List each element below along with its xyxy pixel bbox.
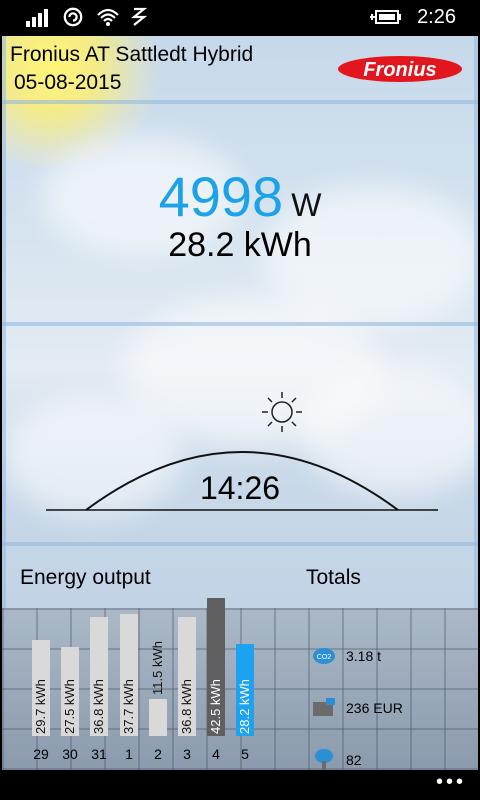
energy-bar-label: 36.8 kWh bbox=[91, 679, 106, 734]
co2-icon: CO2 bbox=[313, 648, 335, 664]
energy-bar-label: 29.7 kWh bbox=[33, 679, 48, 734]
current-power: 4998 W bbox=[2, 164, 478, 229]
svg-text:CO2: CO2 bbox=[317, 654, 332, 661]
energy-bar-label: 37.7 kWh bbox=[121, 679, 136, 734]
total-co2: 3.18 t bbox=[346, 648, 382, 664]
sun-time: 14:26 bbox=[199, 470, 281, 506]
energy-bar bbox=[149, 699, 167, 736]
energy-bar-day: 2 bbox=[154, 746, 162, 762]
tree-icon bbox=[315, 749, 333, 770]
energy-bar-label: 42.5 kWh bbox=[208, 679, 223, 734]
energy-bar-day: 1 bbox=[125, 746, 133, 762]
energy-bar-label: 28.2 kWh bbox=[237, 679, 252, 734]
signal-icon bbox=[26, 9, 48, 27]
energy-bar-day: 3 bbox=[183, 746, 191, 762]
total-money: 236 EUR bbox=[346, 700, 403, 716]
wifi-icon bbox=[97, 8, 119, 26]
power-unit: W bbox=[291, 187, 322, 223]
app-bar: ••• bbox=[0, 770, 480, 800]
total-trees: 82 bbox=[346, 752, 362, 768]
power-value: 4998 bbox=[158, 165, 284, 228]
svg-text:Fronius: Fronius bbox=[363, 59, 436, 81]
totals-title: Totals bbox=[306, 566, 361, 589]
status-time: 2:26 bbox=[417, 6, 456, 28]
site-date: 05-08-2015 bbox=[14, 71, 122, 94]
energy-bar-day: 5 bbox=[241, 746, 249, 762]
bottom-section: Energy output Totals 29.7 kWh 29 27.5 kWh 3… bbox=[2, 546, 478, 770]
energy-bar-day: 29 bbox=[33, 746, 49, 762]
status-bar: 2:26 bbox=[0, 0, 480, 34]
energy-bar-day: 30 bbox=[62, 746, 78, 762]
battery-charging-icon bbox=[370, 10, 401, 24]
fronius-logo: Fronius bbox=[338, 56, 462, 82]
energy-bar-day: 4 bbox=[212, 746, 220, 762]
energy-bar-day: 31 bbox=[91, 746, 107, 762]
energy-bar-label: 36.8 kWh bbox=[179, 679, 194, 734]
energy-output-title: Energy output bbox=[20, 566, 151, 589]
main-panel: Fronius AT Sattledt Hybrid 05-08-2015 Fr… bbox=[2, 36, 478, 770]
sun-icon bbox=[262, 392, 302, 432]
energy-bar-label: 11.5 kWh bbox=[150, 641, 165, 695]
energy-bar-label: 27.5 kWh bbox=[62, 679, 77, 734]
data-connection-icon bbox=[63, 7, 83, 27]
nfc-icon bbox=[130, 7, 148, 26]
more-button[interactable]: ••• bbox=[436, 771, 466, 794]
daily-energy: 28.2 kWh bbox=[168, 226, 312, 264]
money-icon bbox=[313, 698, 335, 716]
site-title: Fronius AT Sattledt Hybrid bbox=[10, 43, 254, 66]
